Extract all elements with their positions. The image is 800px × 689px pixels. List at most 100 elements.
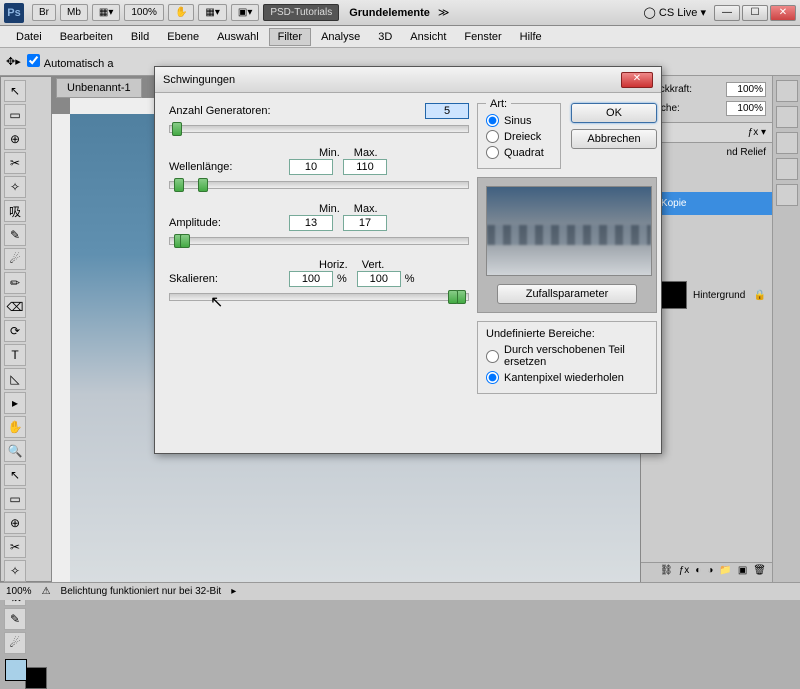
tool-16[interactable]: ↖ (4, 464, 26, 486)
document-tab[interactable]: Unbenannt-1 (56, 78, 142, 98)
ruler-vertical (52, 114, 70, 582)
amplitude-min-input[interactable] (289, 215, 333, 231)
tool-20[interactable]: ✧ (4, 560, 26, 582)
preview-thumbnail (486, 186, 652, 276)
tool-7[interactable]: ☄ (4, 248, 26, 270)
auto-select-checkbox[interactable]: Automatisch a (27, 54, 114, 70)
minimize-button[interactable]: — (714, 5, 740, 21)
undef-repeat-radio[interactable]: Kantenpixel wiederholen (486, 371, 648, 384)
tool-12[interactable]: ◺ (4, 368, 26, 390)
type-dreieck-radio[interactable]: Dreieck (486, 130, 552, 143)
chevron-right-icon[interactable]: ≫ (438, 6, 450, 19)
wavelength-label: Wellenlänge: (169, 161, 289, 173)
status-zoom[interactable]: 100% (6, 586, 32, 597)
menu-ebene[interactable]: Ebene (159, 29, 207, 45)
tool-19[interactable]: ✂ (4, 536, 26, 558)
dialog-titlebar[interactable]: Schwingungen ✕ (155, 67, 661, 93)
tool-4[interactable]: ✧ (4, 176, 26, 198)
view-extras-button[interactable]: ▦▾ (92, 4, 120, 21)
menu-3d[interactable]: 3D (370, 29, 400, 45)
menu-hilfe[interactable]: Hilfe (512, 29, 550, 45)
ok-button[interactable]: OK (571, 103, 657, 123)
tool-14[interactable]: ✋ (4, 416, 26, 438)
fx-icon[interactable]: ƒx ▾ (647, 127, 766, 138)
tool-5[interactable]: 吸 (4, 200, 26, 222)
cancel-button[interactable]: Abbrechen (571, 129, 657, 149)
zoom-level[interactable]: 100% (124, 4, 164, 21)
menu-ansicht[interactable]: Ansicht (402, 29, 454, 45)
scale-label: Skalieren: (169, 273, 289, 285)
app-titlebar: Ps Br Mb ▦▾ 100% ✋ ▦▾ ▣▾ PSD-Tutorials G… (0, 0, 800, 26)
maximize-button[interactable]: ☐ (742, 5, 768, 21)
opacity-input[interactable] (726, 82, 766, 97)
new-layer-icon[interactable]: ▣ (738, 565, 747, 580)
status-alert-icon: ⚠ (42, 586, 51, 597)
menu-bearbeiten[interactable]: Bearbeiten (52, 29, 121, 45)
wavelength-min-input[interactable] (289, 159, 333, 175)
link-icon[interactable]: ⛓ (660, 565, 673, 580)
styles-panel-icon[interactable] (776, 158, 798, 180)
randomize-button[interactable]: Zufallsparameter (497, 284, 637, 304)
menu-datei[interactable]: Datei (8, 29, 50, 45)
tool-2[interactable]: ⊕ (4, 128, 26, 150)
folder-icon[interactable]: 📁 (719, 565, 731, 580)
menu-fenster[interactable]: Fenster (456, 29, 509, 45)
close-button[interactable]: ✕ (770, 5, 796, 21)
wavelength-max-input[interactable] (343, 159, 387, 175)
screen-mode-button[interactable]: ▣▾ (231, 4, 259, 21)
tool-9[interactable]: ⌫ (4, 296, 26, 318)
fill-input[interactable] (726, 101, 766, 116)
generators-label: Anzahl Generatoren: (169, 105, 289, 117)
generators-slider[interactable] (169, 125, 469, 133)
wavelength-slider[interactable] (169, 181, 469, 189)
bridge-button[interactable]: Br (32, 4, 56, 21)
tool-17[interactable]: ▭ (4, 488, 26, 510)
color-panel-icon[interactable] (776, 106, 798, 128)
tool-13[interactable]: ▸ (4, 392, 26, 414)
scale-vert-input[interactable] (357, 271, 401, 287)
menu-auswahl[interactable]: Auswahl (209, 29, 267, 45)
adjustments-panel-icon[interactable] (776, 132, 798, 154)
tool-8[interactable]: ✏ (4, 272, 26, 294)
generators-input[interactable] (425, 103, 469, 119)
tool-3[interactable]: ✂ (4, 152, 26, 174)
undefined-legend: Undefinierte Bereiche: (486, 328, 648, 340)
menu-bild[interactable]: Bild (123, 29, 157, 45)
history-panel-icon[interactable] (776, 184, 798, 206)
tool-0[interactable]: ↖ (4, 80, 26, 102)
menu-filter[interactable]: Filter (269, 28, 311, 46)
minibridge-button[interactable]: Mb (60, 4, 88, 21)
panels: Deckkraft: Fläche: ƒx ▾ nd Relief 45 Kop… (640, 76, 800, 582)
swatches-panel-icon[interactable] (776, 80, 798, 102)
hand-tool-button[interactable]: ✋ (168, 4, 194, 21)
cs-live-button[interactable]: ◯ CS Live ▾ (644, 6, 706, 19)
mask-icon[interactable]: ◐ (695, 565, 701, 580)
undef-wrap-radio[interactable]: Durch verschobenen Teil ersetzen (486, 344, 648, 368)
wave-dialog: Schwingungen ✕ Anzahl Generatoren: Min.M… (154, 66, 662, 454)
tool-1[interactable]: ▭ (4, 104, 26, 126)
arrange-button[interactable]: ▦▾ (198, 4, 226, 21)
color-swatches[interactable] (5, 659, 47, 689)
tool-22[interactable]: ✎ (4, 608, 26, 630)
tool-6[interactable]: ✎ (4, 224, 26, 246)
tool-10[interactable]: ⟳ (4, 320, 26, 342)
tool-23[interactable]: ☄ (4, 632, 26, 654)
scale-horiz-input[interactable] (289, 271, 333, 287)
menubar: DateiBearbeitenBildEbeneAuswahlFilterAna… (0, 26, 800, 48)
statusbar: 100% ⚠ Belichtung funktioniert nur bei 3… (0, 582, 800, 600)
trash-icon[interactable]: 🗑 (753, 565, 766, 580)
tool-11[interactable]: T (4, 344, 26, 366)
dialog-close-button[interactable]: ✕ (621, 72, 653, 88)
tool-15[interactable]: 🔍 (4, 440, 26, 462)
scale-slider[interactable] (169, 293, 469, 301)
amplitude-slider[interactable] (169, 237, 469, 245)
type-sinus-radio[interactable]: Sinus (486, 114, 552, 127)
tool-18[interactable]: ⊕ (4, 512, 26, 534)
menu-analyse[interactable]: Analyse (313, 29, 368, 45)
type-quadrat-radio[interactable]: Quadrat (486, 146, 552, 159)
adjust-icon[interactable]: ◑ (707, 565, 713, 580)
psd-tutorials-badge[interactable]: PSD-Tutorials (263, 4, 339, 21)
amplitude-max-input[interactable] (343, 215, 387, 231)
dialog-title: Schwingungen (163, 74, 235, 86)
fx-add-icon[interactable]: ƒx (679, 565, 690, 580)
